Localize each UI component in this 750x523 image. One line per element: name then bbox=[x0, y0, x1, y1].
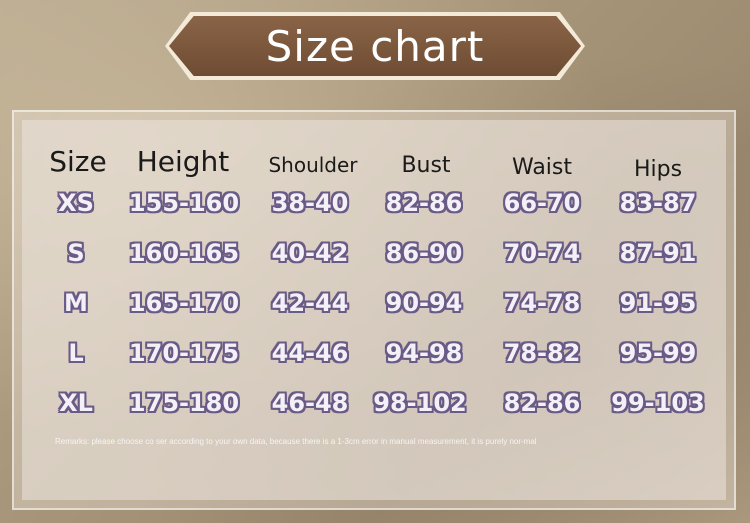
title-banner: Size chart bbox=[165, 12, 585, 80]
cell-size: XL bbox=[59, 389, 93, 417]
cell-height: 160-165 bbox=[128, 239, 240, 267]
header-waist: Waist bbox=[511, 155, 573, 180]
header-bust: Bust bbox=[401, 153, 451, 178]
cell-waist: 78-82 bbox=[503, 339, 581, 367]
cell-shoulder: 42-44 bbox=[271, 289, 349, 317]
cell-waist: 66-70 bbox=[503, 189, 581, 217]
cell-size: M bbox=[64, 289, 88, 317]
cell-hips: 99-103 bbox=[611, 389, 705, 417]
cell-waist: 82-86 bbox=[503, 389, 581, 417]
cell-size: S bbox=[67, 239, 85, 267]
cell-size: XS bbox=[58, 189, 94, 217]
banner-plate: Size chart bbox=[169, 16, 581, 76]
cell-bust: 90-94 bbox=[385, 289, 463, 317]
cell-shoulder: 38-40 bbox=[271, 189, 349, 217]
cell-height: 165-170 bbox=[128, 289, 240, 317]
cell-waist: 74-78 bbox=[503, 289, 581, 317]
header-hips: Hips bbox=[633, 157, 683, 182]
remarks-text: Remarks: please choose co ser according … bbox=[55, 437, 537, 446]
header-shoulder: Shoulder bbox=[268, 153, 358, 177]
cell-size: L bbox=[68, 339, 84, 367]
header-height: Height bbox=[136, 145, 230, 178]
cell-shoulder: 44-46 bbox=[271, 339, 349, 367]
header-size: Size bbox=[49, 145, 107, 178]
cell-shoulder: 40-42 bbox=[271, 239, 349, 267]
cell-bust: 98-102 bbox=[373, 389, 467, 417]
page-title: Size chart bbox=[265, 21, 485, 71]
cell-height: 175-180 bbox=[128, 389, 240, 417]
cell-hips: 91-95 bbox=[619, 289, 697, 317]
cell-bust: 86-90 bbox=[385, 239, 463, 267]
cell-bust: 94-98 bbox=[385, 339, 463, 367]
cell-height: 170-175 bbox=[128, 339, 240, 367]
cell-bust: 82-86 bbox=[385, 189, 463, 217]
cell-hips: 87-91 bbox=[619, 239, 697, 267]
cell-hips: 95-99 bbox=[619, 339, 697, 367]
cell-hips: 83-87 bbox=[619, 189, 697, 217]
cell-waist: 70-74 bbox=[503, 239, 581, 267]
cell-shoulder: 46-48 bbox=[271, 389, 349, 417]
cell-height: 155-160 bbox=[128, 189, 240, 217]
